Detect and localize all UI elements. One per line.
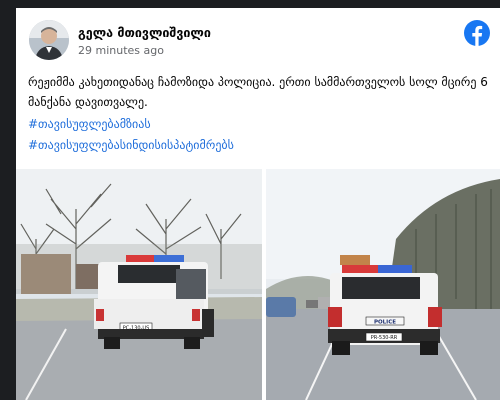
avatar-photo	[29, 20, 69, 60]
police-truck-highway-photo: POLICE PR-530-RR	[266, 169, 500, 400]
post-body-text: რეჟიმმა კახეთიდანაც ჩამოზიდა პოლიცია. ერ…	[28, 75, 488, 109]
facebook-logo-icon	[464, 20, 490, 46]
hashtag-link[interactable]: #თავისუფლებამზიას	[28, 117, 151, 131]
author-name[interactable]: გელა მთივლიშვილი	[78, 25, 211, 40]
post-photo-left[interactable]: PC-130-US	[16, 169, 262, 400]
post-timestamp[interactable]: 29 minutes ago	[78, 44, 164, 57]
hashtag-link[interactable]: #თავისუფლებასინდისისპატიმრებს	[28, 138, 234, 152]
left-license-plate: PC-130-US	[123, 326, 150, 332]
post-card: გელა მთივლიშვილი 29 minutes ago რეჟიმმა …	[16, 8, 500, 400]
right-license-plate: PR-530-RR	[371, 335, 398, 341]
post-photo-right[interactable]: POLICE PR-530-RR	[266, 169, 500, 400]
author-avatar[interactable]	[29, 20, 69, 60]
right-vehicle-label: POLICE	[374, 320, 396, 326]
police-truck-road-photo: PC-130-US	[16, 169, 262, 400]
